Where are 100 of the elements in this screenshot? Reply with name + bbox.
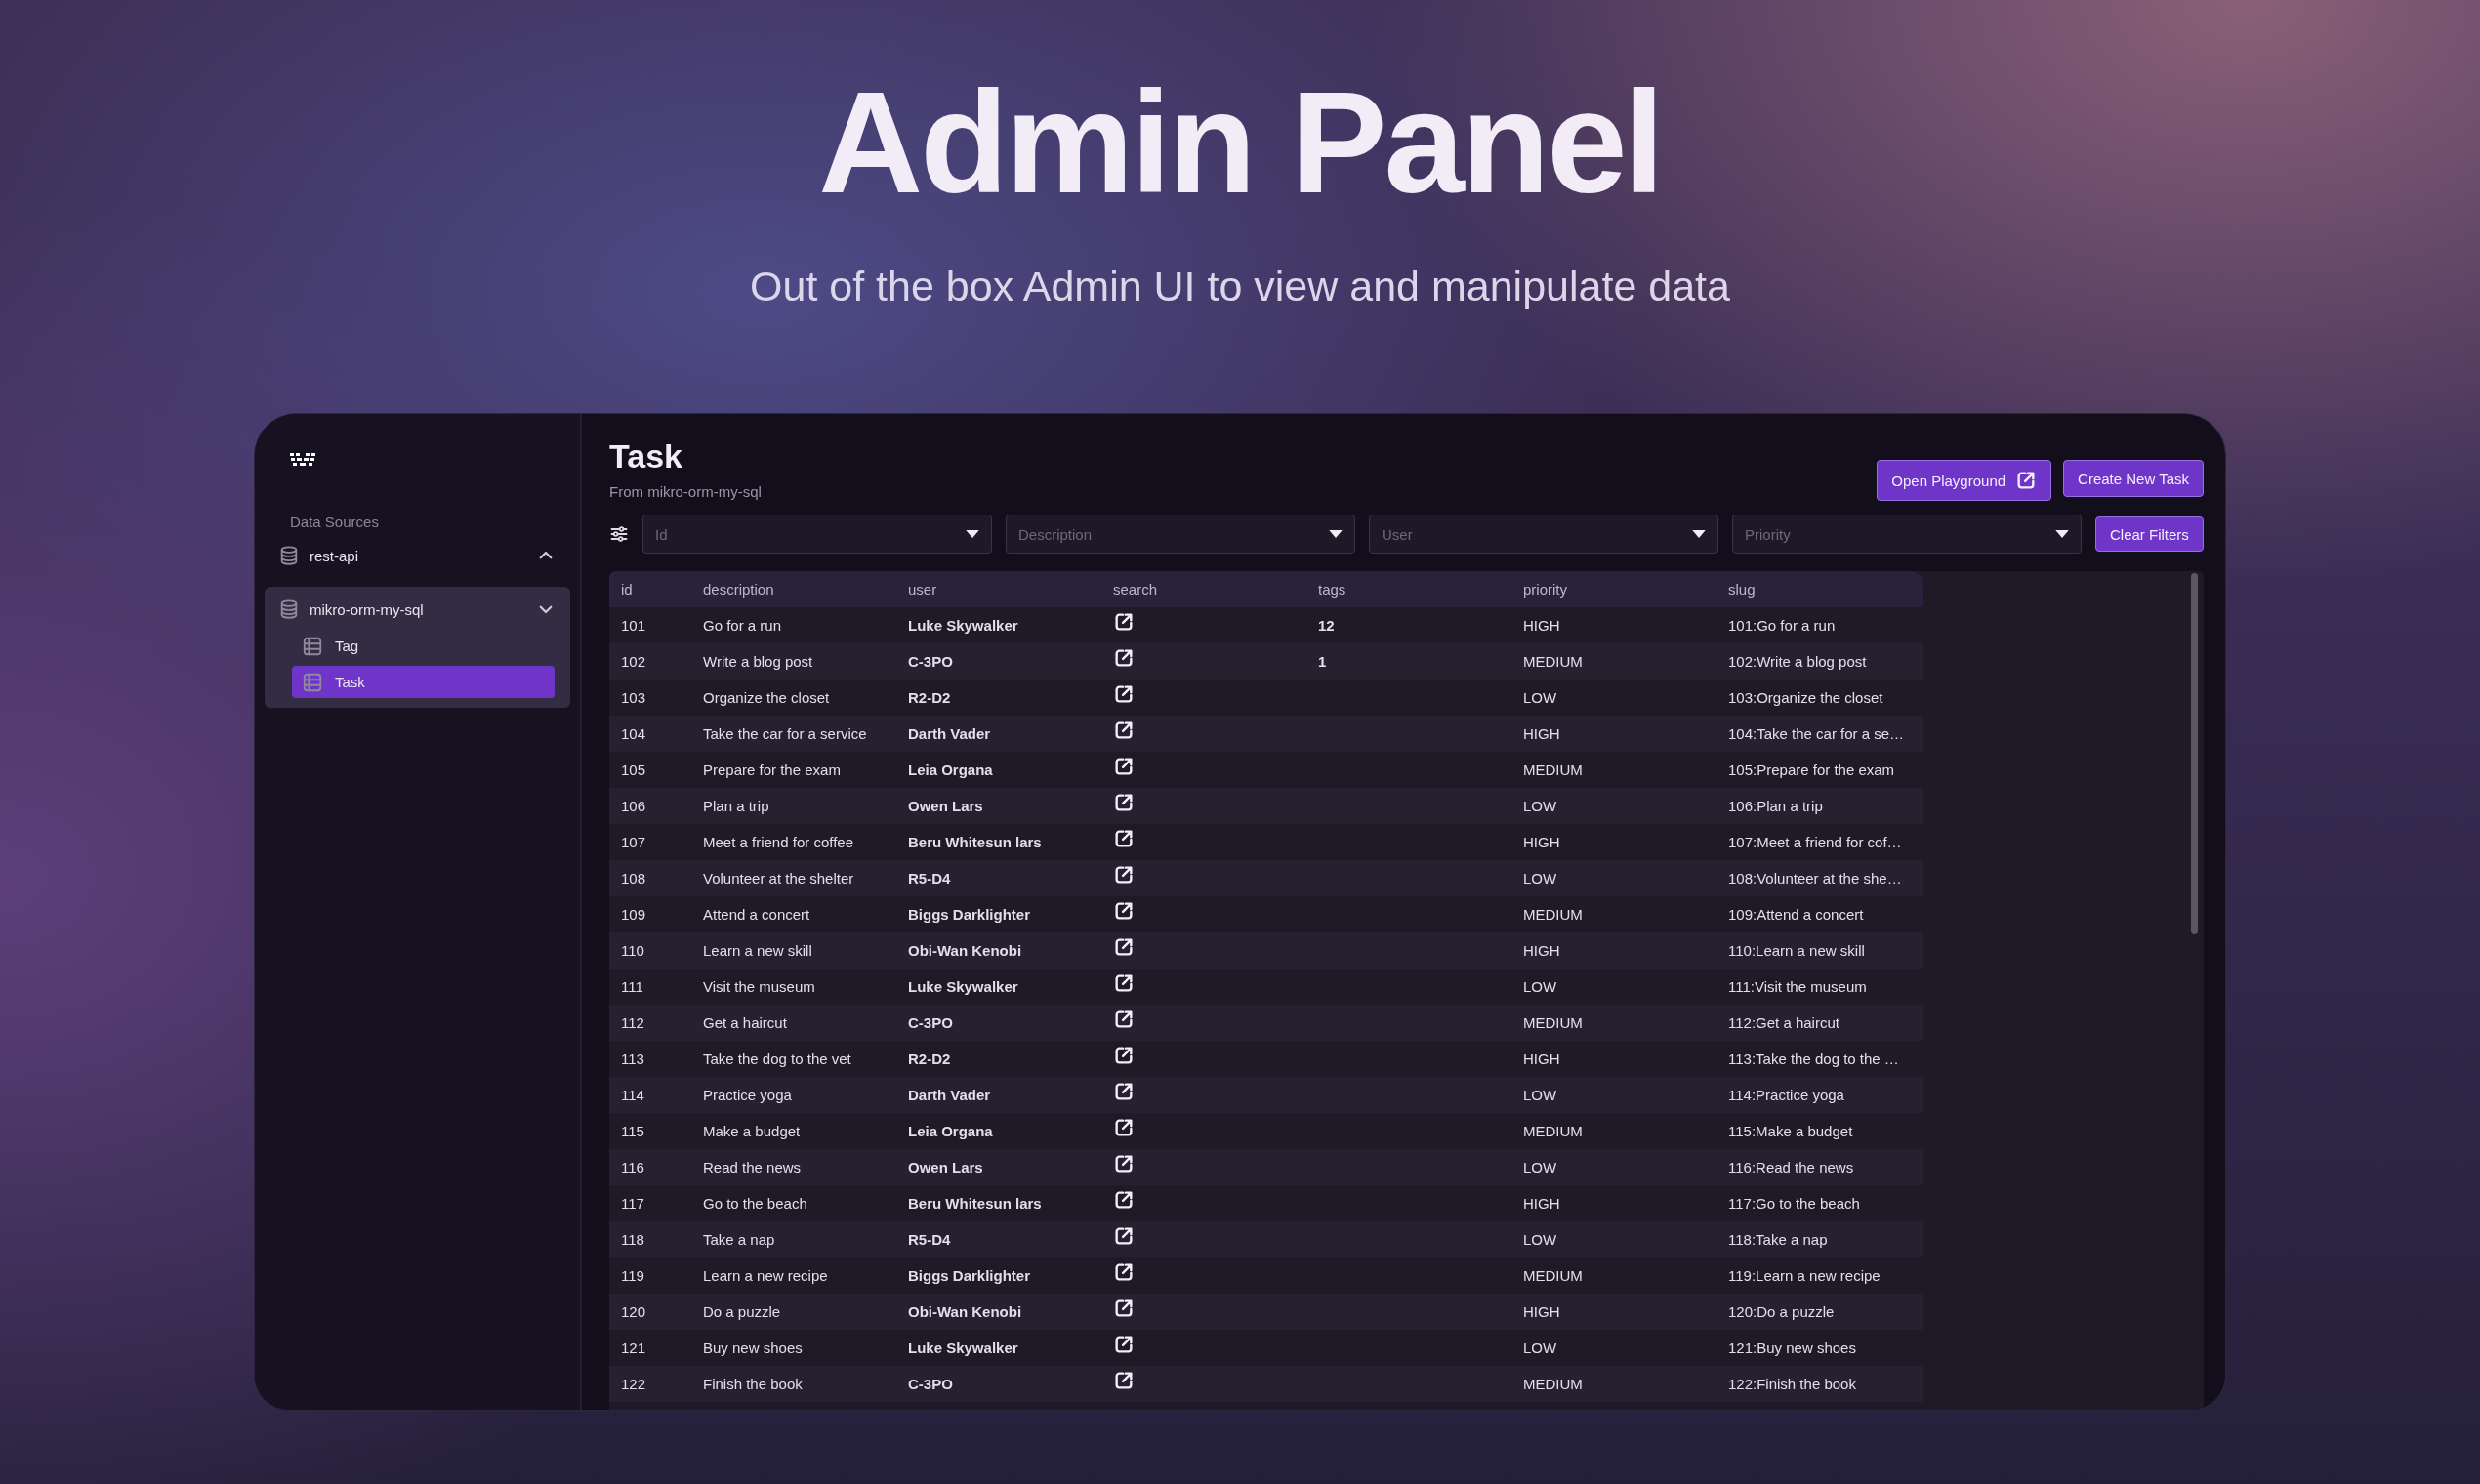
clear-filters-button[interactable]: Clear Filters bbox=[2095, 516, 2204, 552]
external-link-icon[interactable] bbox=[1113, 1189, 1135, 1211]
external-link-icon[interactable] bbox=[1113, 864, 1135, 886]
table-cell-text: 112 bbox=[620, 1014, 645, 1031]
external-link-icon[interactable] bbox=[1113, 1298, 1135, 1319]
caret-icon bbox=[1329, 529, 1343, 539]
table-cell-text: R5-D4 bbox=[907, 1231, 952, 1248]
column-header: priority bbox=[1522, 581, 1568, 598]
table-label: Tag bbox=[335, 638, 359, 654]
table-cell-text: C-3PO bbox=[907, 1376, 954, 1392]
table-cell-text: LOW bbox=[1522, 870, 1558, 886]
external-link-icon[interactable] bbox=[1113, 756, 1135, 777]
table-cell-text: 102 bbox=[620, 653, 647, 670]
table-cell-text: 104:Take the car for a se… bbox=[1727, 725, 1906, 742]
filter-dropdown[interactable]: User bbox=[1369, 515, 1718, 554]
external-link-icon[interactable] bbox=[1113, 936, 1135, 958]
table-cell-text: Obi-Wan Kenobi bbox=[907, 942, 1023, 959]
external-link-icon[interactable] bbox=[1113, 647, 1135, 669]
table-cell-text: 109:Attend a concert bbox=[1727, 906, 1865, 923]
table-cell-text: HIGH bbox=[1522, 1051, 1561, 1067]
table-cell-text: 1 bbox=[1317, 653, 1328, 670]
table-cell-text: Meet a friend for coffee bbox=[702, 834, 854, 850]
table-cell-text: 109 bbox=[620, 906, 647, 923]
table-cell-text: 119:Learn a new recipe bbox=[1727, 1267, 1881, 1284]
table-cell-text: Go for a run bbox=[702, 617, 783, 634]
table-cell-text: 121 bbox=[620, 1340, 647, 1356]
table-cell-text: Take the dog to the vet bbox=[702, 1051, 852, 1067]
external-link-icon[interactable] bbox=[1113, 1153, 1135, 1175]
source-caption: From mikro-orm-my-sql bbox=[609, 483, 762, 500]
section-label: Data Sources bbox=[290, 514, 380, 530]
external-link-icon[interactable] bbox=[2015, 470, 2038, 491]
table-item[interactable]: Task bbox=[292, 666, 555, 698]
table-cell-text: LOW bbox=[1522, 689, 1558, 706]
external-link-icon[interactable] bbox=[1113, 1045, 1135, 1066]
table-cell-text: 117:Go to the beach bbox=[1727, 1195, 1861, 1212]
table-cell-text: LOW bbox=[1522, 1159, 1558, 1175]
external-link-icon[interactable] bbox=[1113, 1009, 1135, 1030]
table-cell-text: C-3PO bbox=[907, 653, 954, 670]
table-cell-text: Leia Organa bbox=[907, 1123, 994, 1139]
table-cell-text: HIGH bbox=[1522, 1195, 1561, 1212]
table-cell-text: LOW bbox=[1522, 798, 1558, 814]
page-subtitle: Out of the box Admin UI to view and manipulate data bbox=[750, 266, 1730, 308]
table-cell-text: MEDIUM bbox=[1522, 1014, 1584, 1031]
table-cell-text: Take the car for a service bbox=[702, 725, 868, 742]
filter-dropdown[interactable]: Description bbox=[1006, 515, 1355, 554]
playground-button[interactable]: Open Playground bbox=[1877, 460, 2052, 501]
caret-icon bbox=[2055, 529, 2069, 539]
external-link-icon[interactable] bbox=[1113, 1117, 1135, 1138]
table-cell-text: 116:Read the news bbox=[1727, 1159, 1855, 1175]
table-cell-text: 110 bbox=[620, 942, 645, 959]
column-header: user bbox=[907, 581, 938, 598]
table-cell-text: 107 bbox=[620, 834, 647, 850]
table-cell-text: 102:Write a blog post bbox=[1727, 653, 1868, 670]
table-cell-text: HIGH bbox=[1522, 942, 1561, 959]
filter-dropdown[interactable]: Id bbox=[642, 515, 992, 554]
data-source-item[interactable]: mikro-orm-my-sql bbox=[265, 593, 570, 626]
database-icon bbox=[278, 598, 300, 620]
column-header: tags bbox=[1317, 581, 1347, 598]
external-link-icon[interactable] bbox=[1113, 1370, 1135, 1391]
table-cell-text: Take a nap bbox=[702, 1231, 776, 1248]
table-cell-text: C-3PO bbox=[907, 1014, 954, 1031]
external-link-icon[interactable] bbox=[1113, 1334, 1135, 1355]
create-button[interactable]: Create New Task bbox=[2063, 460, 2204, 497]
external-link-icon[interactable] bbox=[1113, 1261, 1135, 1283]
filter-dropdown[interactable]: Priority bbox=[1732, 515, 2082, 554]
table-cell-text: Organize the closet bbox=[702, 689, 831, 706]
table-cell-text: 104 bbox=[620, 725, 647, 742]
table-cell-text: 115 bbox=[620, 1123, 645, 1139]
external-link-icon[interactable] bbox=[1113, 683, 1135, 705]
table-label: Task bbox=[335, 674, 365, 690]
table-cell-text: 101 bbox=[620, 617, 647, 634]
column-header: slug bbox=[1727, 581, 1757, 598]
external-link-icon[interactable] bbox=[1113, 611, 1135, 633]
scrollbar[interactable] bbox=[2191, 573, 2198, 934]
table-cell-text: 122:Finish the book bbox=[1727, 1376, 1857, 1392]
table-cell-text: 107:Meet a friend for cof… bbox=[1727, 834, 1903, 850]
external-link-icon[interactable] bbox=[1113, 1225, 1135, 1247]
external-link-icon[interactable] bbox=[1113, 792, 1135, 813]
external-link-icon[interactable] bbox=[1113, 720, 1135, 741]
table-cell-text: 118 bbox=[620, 1231, 645, 1248]
external-link-icon[interactable] bbox=[1113, 972, 1135, 994]
table-cell-text: R5-D4 bbox=[907, 870, 952, 886]
table-cell-text: 116 bbox=[620, 1159, 645, 1175]
table-cell-text: Visit the museum bbox=[702, 978, 816, 995]
table-item[interactable]: Tag bbox=[292, 630, 555, 662]
table-cell-text: 111 bbox=[620, 978, 644, 995]
table-cell-text: 101:Go for a run bbox=[1727, 617, 1837, 634]
filter-icon[interactable] bbox=[609, 524, 629, 544]
page-title: Admin Panel bbox=[818, 70, 1662, 215]
external-link-icon[interactable] bbox=[1113, 828, 1135, 849]
table-cell-text: Obi-Wan Kenobi bbox=[907, 1303, 1023, 1320]
external-link-icon[interactable] bbox=[1113, 900, 1135, 922]
table-cell-text: Darth Vader bbox=[907, 725, 992, 742]
data-source-item[interactable]: rest-api bbox=[265, 539, 570, 572]
table-cell-text: Plan a trip bbox=[702, 798, 770, 814]
source-label: rest-api bbox=[310, 547, 360, 564]
table-cell-text: Beru Whitesun lars bbox=[907, 834, 1043, 850]
column-header: search bbox=[1112, 581, 1159, 598]
external-link-icon[interactable] bbox=[1113, 1081, 1135, 1102]
table-cell-text: MEDIUM bbox=[1522, 1376, 1584, 1392]
